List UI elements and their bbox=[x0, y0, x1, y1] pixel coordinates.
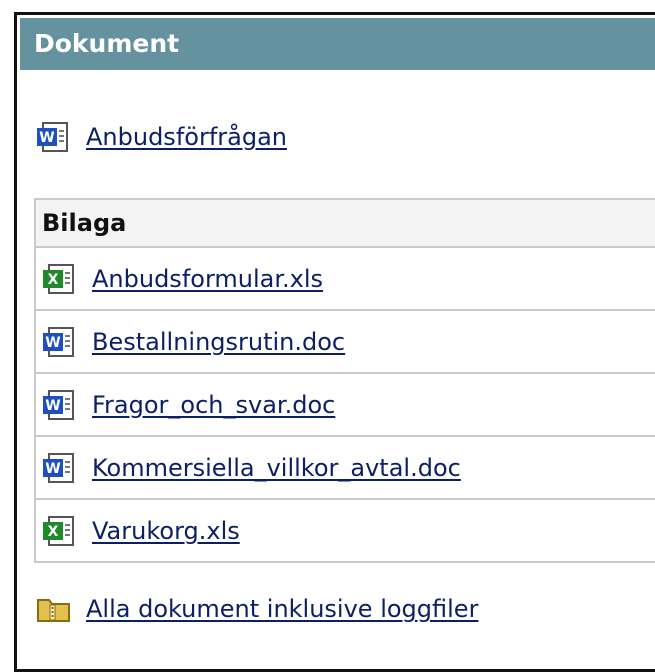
attachment-link[interactable]: Fragor_och_svar.doc bbox=[92, 391, 335, 419]
svg-text:W: W bbox=[45, 398, 60, 414]
svg-text:X: X bbox=[48, 272, 59, 288]
attachments-table: Bilaga X Anbudsformular.xls W Bestallnin… bbox=[34, 198, 655, 563]
panel-title: Dokument bbox=[34, 29, 180, 58]
word-doc-icon: W bbox=[37, 122, 68, 152]
attachment-row[interactable]: X Anbudsformular.xls bbox=[34, 248, 655, 311]
svg-text:W: W bbox=[45, 461, 60, 477]
all-documents-row[interactable]: Alla dokument inklusive loggfiler bbox=[36, 590, 478, 628]
excel-icon: X bbox=[43, 263, 74, 294]
attachment-row[interactable]: X Varukorg.xls bbox=[34, 500, 655, 563]
all-documents-link[interactable]: Alla dokument inklusive loggfiler bbox=[86, 595, 478, 623]
attachment-row[interactable]: W Fragor_och_svar.doc bbox=[34, 374, 655, 437]
zip-folder-icon bbox=[37, 599, 70, 622]
attachment-row[interactable]: W Bestallningsrutin.doc bbox=[34, 311, 655, 374]
attachment-link[interactable]: Varukorg.xls bbox=[92, 517, 240, 545]
word-doc-icon: W bbox=[43, 389, 74, 420]
attachments-heading: Bilaga bbox=[34, 200, 655, 248]
attachment-link[interactable]: Anbudsformular.xls bbox=[92, 265, 323, 293]
word-doc-icon: W bbox=[43, 326, 74, 357]
main-document-link[interactable]: Anbudsförfrågan bbox=[86, 123, 287, 151]
attachment-row[interactable]: W Kommersiella_villkor_avtal.doc bbox=[34, 437, 655, 500]
main-document-row[interactable]: W Anbudsförfrågan bbox=[36, 118, 287, 156]
svg-text:W: W bbox=[45, 335, 60, 351]
panel-header: Dokument bbox=[20, 18, 655, 70]
word-doc-icon: W bbox=[43, 452, 74, 483]
svg-text:X: X bbox=[48, 524, 59, 540]
attachment-link[interactable]: Kommersiella_villkor_avtal.doc bbox=[92, 454, 461, 482]
excel-icon: X bbox=[43, 515, 74, 546]
attachment-link[interactable]: Bestallningsrutin.doc bbox=[92, 328, 345, 356]
svg-text:W: W bbox=[39, 130, 54, 146]
